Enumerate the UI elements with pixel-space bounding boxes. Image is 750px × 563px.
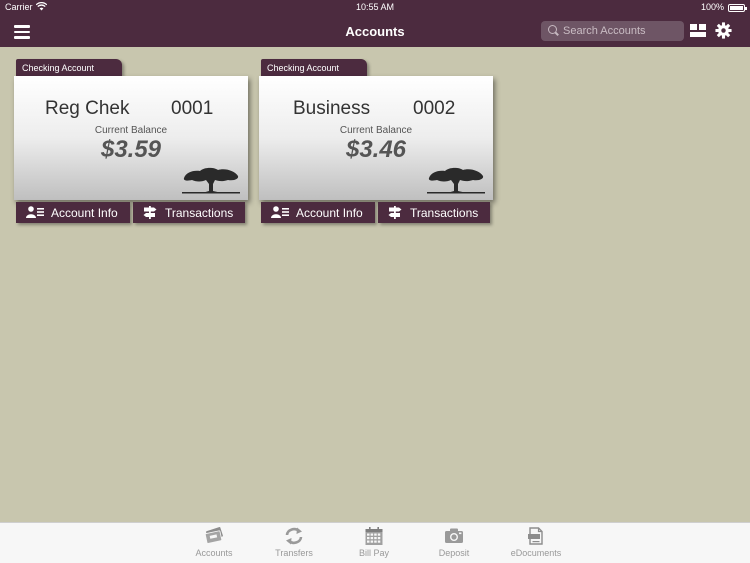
tab-label: Bill Pay [358,548,389,558]
balance-value: $3.46 [345,136,407,163]
hamburger-menu-icon[interactable] [14,25,30,39]
account-number: 0002 [413,98,456,119]
gear-icon[interactable] [715,22,732,39]
tab-label: Accounts [195,548,233,558]
document-icon [528,527,543,545]
balance-label: Current Balance [94,125,168,136]
grid-view-icon[interactable] [690,24,706,37]
transactions-label: Transactions [165,206,234,220]
accounts-icon [204,527,223,544]
battery-icon [728,4,747,12]
clock-label: 10:55 AM [355,2,395,12]
account-card-body[interactable]: Business 0002 Current Balance $3.46 [259,76,493,200]
tab-label: Transfers [275,548,313,558]
contact-card-icon [271,206,289,218]
tab-label: eDocuments [510,548,562,558]
camera-icon [445,528,463,543]
account-info-label: Account Info [51,206,118,220]
tab-label: Deposit [438,548,470,558]
account-info-button[interactable]: Account Info [16,202,130,223]
transactions-button[interactable]: Transactions [378,202,490,223]
balance-value: $3.59 [100,136,162,163]
search-icon [548,25,557,34]
tree-logo-icon [427,167,485,194]
account-number: 0001 [171,98,214,119]
nav-bar: Accounts [0,15,750,47]
bottom-tab-bar: Accounts Transfers Bill Pay Deposit eDoc… [0,522,750,563]
signpost-icon [143,206,157,219]
signpost-icon [388,206,402,219]
transactions-button[interactable]: Transactions [133,202,245,223]
account-name: Reg Chek [45,98,130,119]
account-type-label: Checking Account [261,59,367,76]
search-input[interactable] [563,23,681,39]
account-info-label: Account Info [296,206,363,220]
balance-label: Current Balance [339,125,413,136]
calendar-icon [365,527,383,545]
status-bar: Carrier 10:55 AM 100% [0,0,750,15]
contact-card-icon [26,206,44,218]
transactions-label: Transactions [410,206,479,220]
account-card-body[interactable]: Reg Chek 0001 Current Balance $3.59 [14,76,248,200]
account-info-button[interactable]: Account Info [261,202,375,223]
tree-logo-icon [182,167,240,194]
transfers-icon [285,527,303,545]
search-box[interactable] [541,21,684,41]
account-type-label: Checking Account [16,59,122,76]
account-name: Business [293,98,371,119]
battery-percent: 100% [700,2,724,12]
